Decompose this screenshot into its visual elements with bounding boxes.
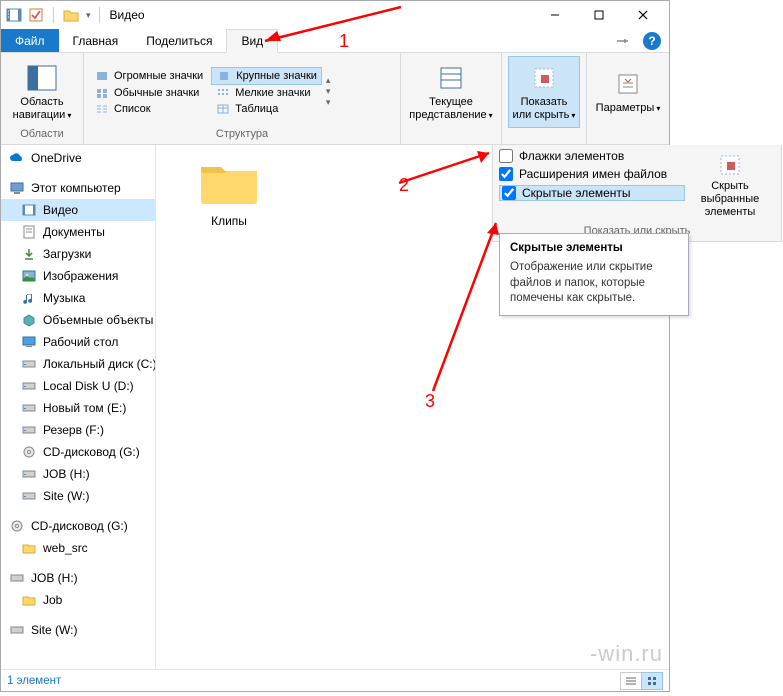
nav-new-volume-e[interactable]: Новый том (E:) [1, 397, 155, 419]
check-file-extensions[interactable]: Расширения имен файлов [499, 167, 685, 181]
minimize-button[interactable] [533, 1, 577, 29]
window-title: Видео [110, 8, 145, 22]
tab-view[interactable]: Вид [226, 29, 278, 53]
folder-icon [62, 6, 80, 24]
nav-local-disk-c[interactable]: Локальный диск (C:) [1, 353, 155, 375]
tab-share[interactable]: Поделиться [132, 29, 226, 52]
help-button[interactable]: ? [643, 32, 661, 50]
options-icon [612, 68, 644, 100]
tooltip: Скрытые элементы Отображение или скрытие… [499, 233, 689, 316]
layout-scroll-up[interactable]: ▴ [326, 75, 331, 86]
nav-downloads[interactable]: Загрузки [1, 243, 155, 265]
properties-icon[interactable] [27, 6, 45, 24]
nav-job-folder[interactable]: Job [1, 589, 155, 611]
view-large-icons-button[interactable] [641, 672, 663, 690]
nav-web-src[interactable]: web_src [1, 537, 155, 559]
group-options: Параметры [587, 53, 669, 144]
current-view-button[interactable]: Текущее представление [407, 56, 495, 128]
folder-icon [184, 155, 274, 210]
nav-music[interactable]: Музыка [1, 287, 155, 309]
watermark: -win.ru [590, 641, 663, 667]
tab-file[interactable]: Файл [1, 29, 59, 52]
check-hidden-items[interactable]: Скрытые элементы [499, 185, 685, 201]
layout-scroll-down[interactable]: ▾ [326, 86, 331, 97]
group-layout: Огромные значки Крупные значки Обычные з… [84, 53, 401, 144]
folder-label: Клипы [184, 214, 274, 228]
nav-documents[interactable]: Документы [1, 221, 155, 243]
nav-site-w[interactable]: Site (W:) [1, 485, 155, 507]
hide-selected-button[interactable]: Скрыть выбранныеэлементы [685, 149, 775, 221]
qat-dropdown-icon[interactable]: ▾ [86, 10, 91, 21]
nav-job-h[interactable]: JOB (H:) [1, 463, 155, 485]
title-bar: ▾ Видео [1, 1, 669, 29]
pin-icon[interactable] [615, 29, 629, 52]
maximize-button[interactable] [577, 1, 621, 29]
group-areas: Область навигации Области [1, 53, 84, 144]
layout-list[interactable]: Список [90, 101, 207, 117]
nav-cd-g2[interactable]: CD-дисковод (G:) [1, 515, 155, 537]
layout-medium-icons[interactable]: Обычные значки [90, 85, 207, 101]
check-item-checkboxes[interactable]: Флажки элементов [499, 149, 685, 163]
nav-3d-objects[interactable]: Объемные объекты [1, 309, 155, 331]
tab-home[interactable]: Главная [59, 29, 133, 52]
show-hide-popout: Флажки элементов Расширения имен файлов … [492, 145, 782, 242]
app-icon [5, 6, 23, 24]
tooltip-title: Скрытые элементы [510, 242, 678, 254]
show-hide-icon [528, 62, 560, 94]
explorer-window: ▾ Видео Файл Главная Поделиться Вид ? Об… [0, 0, 670, 692]
group-show-hide: Показать или скрыть [502, 53, 587, 144]
nav-pane-icon [26, 62, 58, 94]
close-button[interactable] [621, 1, 665, 29]
nav-desktop[interactable]: Рабочий стол [1, 331, 155, 353]
show-hide-button[interactable]: Показать или скрыть [508, 56, 580, 128]
nav-job-h2[interactable]: JOB (H:) [1, 567, 155, 589]
view-details-button[interactable] [620, 672, 642, 690]
layout-more[interactable]: ▾ [326, 97, 331, 108]
quick-access-toolbar: ▾ [5, 6, 104, 24]
layout-table[interactable]: Таблица [211, 101, 322, 117]
nav-local-disk-d[interactable]: Local Disk U (D:) [1, 375, 155, 397]
current-view-icon [435, 62, 467, 94]
nav-videos[interactable]: Видео [1, 199, 155, 221]
nav-onedrive[interactable]: OneDrive [1, 147, 155, 169]
item-count: 1 элемент [7, 675, 61, 687]
status-bar: 1 элемент [1, 669, 669, 691]
ribbon-tabs: Файл Главная Поделиться Вид ? [1, 29, 669, 53]
layout-huge-icons[interactable]: Огромные значки [90, 67, 207, 85]
navigation-tree[interactable]: OneDrive Этот компьютер Видео Документы … [1, 145, 156, 669]
tooltip-body: Отображение или скрытие файлов и папок, … [510, 260, 678, 307]
layout-small-icons[interactable]: Мелкие значки [211, 85, 322, 101]
nav-site-w2[interactable]: Site (W:) [1, 619, 155, 641]
nav-this-pc[interactable]: Этот компьютер [1, 177, 155, 199]
nav-cd-g[interactable]: CD-дисковод (G:) [1, 441, 155, 463]
layout-large-icons[interactable]: Крупные значки [211, 67, 322, 85]
group-current-view: Текущее представление [401, 53, 502, 144]
navigation-pane-button[interactable]: Область навигации [7, 56, 77, 128]
options-button[interactable]: Параметры [593, 56, 663, 128]
folder-item[interactable]: Клипы [184, 155, 274, 228]
nav-pictures[interactable]: Изображения [1, 265, 155, 287]
ribbon: Область навигации Области Огромные значк… [1, 53, 669, 145]
hide-selected-icon [714, 151, 746, 178]
nav-reserve-f[interactable]: Резерв (F:) [1, 419, 155, 441]
